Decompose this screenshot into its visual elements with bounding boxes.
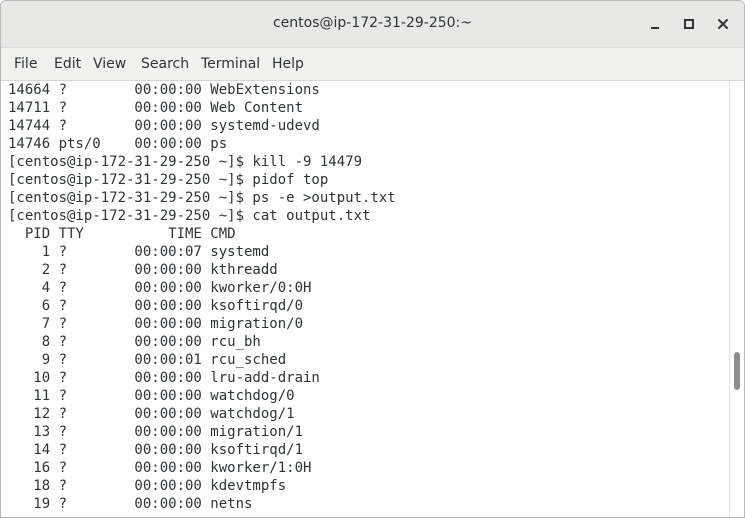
terminal-line: 19 ? 00:00:00 netns [8, 496, 253, 512]
terminal-line: 11 ? 00:00:00 watchdog/0 [8, 388, 295, 404]
menu-terminal[interactable]: Terminal [201, 56, 260, 72]
minimize-icon [649, 18, 661, 30]
terminal-line: 12 ? 00:00:00 watchdog/1 [8, 406, 295, 422]
terminal-line: 9 ? 00:00:01 rcu_sched [8, 352, 287, 368]
terminal-line: 18 ? 00:00:00 kdevtmpfs [8, 478, 287, 494]
terminal-line: 16 ? 00:00:00 kworker/1:0H [8, 460, 312, 476]
menu-view[interactable]: View [93, 56, 126, 72]
menu-search[interactable]: Search [141, 56, 189, 72]
maximize-button[interactable] [678, 14, 700, 34]
terminal-line: PID TTY TIME CMD [8, 226, 236, 242]
terminal-line: 14 ? 00:00:00 ksoftirqd/1 [8, 442, 304, 458]
window-title: centos@ip-172-31-29-250:~ [272, 15, 473, 31]
terminal-line: 6 ? 00:00:00 ksoftirqd/0 [8, 298, 304, 314]
terminal-line: [centos@ip-172-31-29-250 ~]$ kill -9 144… [8, 154, 363, 170]
terminal-line: 14746 pts/0 00:00:00 ps [8, 136, 228, 152]
close-button[interactable] [712, 14, 734, 34]
terminal-line: 14711 ? 00:00:00 Web Content [8, 100, 304, 116]
menu-edit[interactable]: Edit [54, 56, 81, 72]
menu-bar: File Edit View Search Terminal Help [1, 48, 744, 81]
close-icon [717, 18, 729, 30]
terminal-line: [centos@ip-172-31-29-250 ~]$ pidof top [8, 172, 329, 188]
terminal-output[interactable]: 14664 ? 00:00:00 WebExtensions 14711 ? 0… [1, 81, 729, 517]
terminal-line: [centos@ip-172-31-29-250 ~]$ cat output.… [8, 208, 371, 224]
terminal-line: 14744 ? 00:00:00 systemd-udevd [8, 118, 320, 134]
terminal-line: 10 ? 00:00:00 lru-add-drain [8, 370, 320, 386]
scrollbar-thumb[interactable] [734, 352, 740, 390]
menu-file[interactable]: File [14, 56, 37, 72]
terminal-line: [centos@ip-172-31-29-250 ~]$ ps -e >outp… [8, 190, 396, 206]
terminal-line: 1 ? 00:00:07 systemd [8, 244, 270, 260]
minimize-button[interactable] [644, 14, 666, 34]
terminal-line: 13 ? 00:00:00 migration/1 [8, 424, 304, 440]
terminal-line: 14664 ? 00:00:00 WebExtensions [8, 82, 320, 98]
vertical-scrollbar[interactable] [729, 81, 744, 517]
terminal-line: 8 ? 00:00:00 rcu_bh [8, 334, 261, 350]
title-bar[interactable]: centos@ip-172-31-29-250:~ [1, 1, 744, 48]
terminal-line: 4 ? 00:00:00 kworker/0:0H [8, 280, 312, 296]
terminal-line: 2 ? 00:00:00 kthreadd [8, 262, 278, 278]
terminal-window: centos@ip-172-31-29-250:~ File Edit View… [0, 0, 745, 518]
maximize-icon [683, 18, 695, 30]
menu-help[interactable]: Help [272, 56, 304, 72]
terminal-line: 7 ? 00:00:00 migration/0 [8, 316, 304, 332]
